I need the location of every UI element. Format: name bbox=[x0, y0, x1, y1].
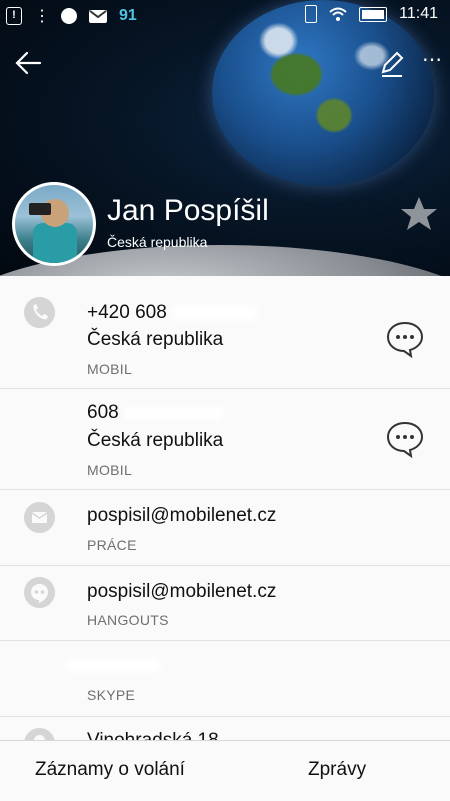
phone-icon bbox=[24, 297, 55, 328]
list-item[interactable]: pospisil@mobilenet.cz HANGOUTS bbox=[0, 565, 450, 641]
battery-icon bbox=[359, 6, 388, 22]
phone-region: Česká republika bbox=[87, 329, 224, 350]
message-bubble-icon[interactable] bbox=[386, 320, 424, 358]
location-pin-icon bbox=[24, 728, 55, 740]
email-address: pospisil@mobilenet.cz bbox=[87, 505, 277, 526]
status-bar: ! ⋮ 91 11:41 bbox=[0, 0, 450, 32]
phone-type-label: MOBIL bbox=[87, 361, 133, 377]
clock: 11:41 bbox=[399, 5, 438, 22]
list-item[interactable]: +420 608 Česká republika MOBIL bbox=[0, 276, 450, 389]
list-item[interactable]: SKYPE bbox=[0, 640, 450, 717]
redacted-mark bbox=[123, 405, 224, 420]
alert-icon: ! bbox=[6, 7, 22, 25]
phone-number: 608 bbox=[87, 402, 119, 423]
contact-header: ! ⋮ 91 11:41 ⋯ Jan Pospíšil Česká republ… bbox=[0, 0, 450, 276]
gmail-icon bbox=[89, 9, 107, 23]
phone-number: +420 608 bbox=[87, 302, 167, 323]
redacted-mark bbox=[65, 657, 161, 672]
phone-type-label: MOBIL bbox=[87, 462, 133, 478]
hangouts-icon bbox=[61, 8, 77, 24]
notification-count: 91 bbox=[119, 7, 137, 24]
address-street: Vinohradská 18 bbox=[87, 730, 219, 740]
redacted-mark bbox=[172, 304, 259, 321]
hangouts-type-label: HANGOUTS bbox=[87, 612, 169, 628]
vibrate-icon bbox=[305, 5, 318, 23]
list-item[interactable]: 608 Česká republika MOBIL bbox=[0, 388, 450, 490]
bottom-action-bar: Záznamy o volání Zprávy bbox=[0, 740, 450, 801]
contact-subtitle: Česká republika bbox=[107, 234, 208, 250]
contact-name: Jan Pospíšil bbox=[107, 194, 269, 227]
edit-pencil-icon[interactable] bbox=[378, 50, 406, 78]
contact-details-list: +420 608 Česká republika MOBIL 608 Česká… bbox=[0, 276, 450, 740]
list-item[interactable]: Vinohradská 18 bbox=[0, 716, 450, 740]
list-item[interactable]: pospisil@mobilenet.cz PRÁCE bbox=[0, 489, 450, 566]
wifi-icon bbox=[329, 7, 347, 21]
call-log-button[interactable]: Záznamy o volání bbox=[35, 759, 185, 781]
skype-type-label: SKYPE bbox=[87, 687, 136, 703]
menu-dots-icon: ⋮ bbox=[34, 8, 50, 25]
hangouts-address: pospisil@mobilenet.cz bbox=[87, 581, 277, 602]
messages-button[interactable]: Zprávy bbox=[308, 759, 366, 781]
phone-region: Česká republika bbox=[87, 430, 224, 451]
email-icon bbox=[24, 502, 55, 533]
back-arrow-icon[interactable] bbox=[12, 46, 46, 80]
avatar[interactable] bbox=[12, 182, 96, 266]
message-bubble-icon[interactable] bbox=[386, 420, 424, 458]
email-type-label: PRÁCE bbox=[87, 537, 137, 553]
hangouts-chat-icon bbox=[24, 577, 55, 608]
more-vert-icon[interactable]: ⋯ bbox=[418, 50, 446, 78]
star-icon[interactable] bbox=[400, 195, 438, 233]
